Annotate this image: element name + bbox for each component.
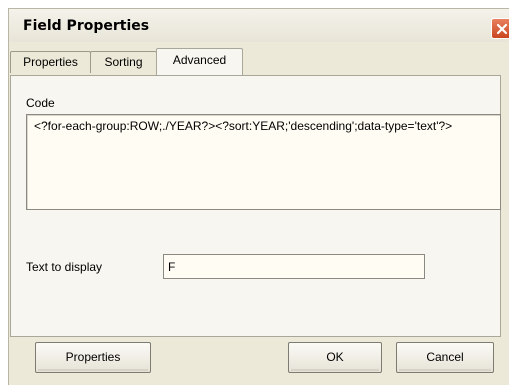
- ok-button-label: OK: [326, 350, 344, 364]
- code-label: Code: [26, 96, 55, 110]
- close-button[interactable]: [491, 18, 509, 39]
- close-icon: [496, 23, 508, 35]
- properties-button-label: Properties: [65, 350, 121, 364]
- tab-sorting[interactable]: Sorting: [90, 51, 157, 73]
- tab-advanced-label: Advanced: [172, 53, 227, 67]
- tab-properties[interactable]: Properties: [10, 51, 91, 73]
- cancel-button-label: Cancel: [426, 350, 464, 364]
- code-text: <?for-each-group:ROW;./YEAR?><?sort:YEAR…: [34, 119, 453, 133]
- properties-button[interactable]: Properties: [35, 342, 151, 373]
- ok-button[interactable]: OK: [288, 342, 382, 373]
- text-to-display-label: Text to display: [26, 260, 103, 274]
- title-bar[interactable]: Field Properties: [9, 9, 509, 42]
- code-textarea[interactable]: <?for-each-group:ROW;./YEAR?><?sort:YEAR…: [26, 114, 501, 210]
- cancel-button[interactable]: Cancel: [396, 342, 494, 373]
- tab-sorting-label: Sorting: [104, 55, 143, 69]
- tab-properties-label: Properties: [23, 55, 78, 69]
- tab-advanced[interactable]: Advanced: [156, 48, 243, 75]
- text-to-display-input[interactable]: [163, 254, 425, 279]
- dialog-title: Field Properties: [23, 18, 150, 34]
